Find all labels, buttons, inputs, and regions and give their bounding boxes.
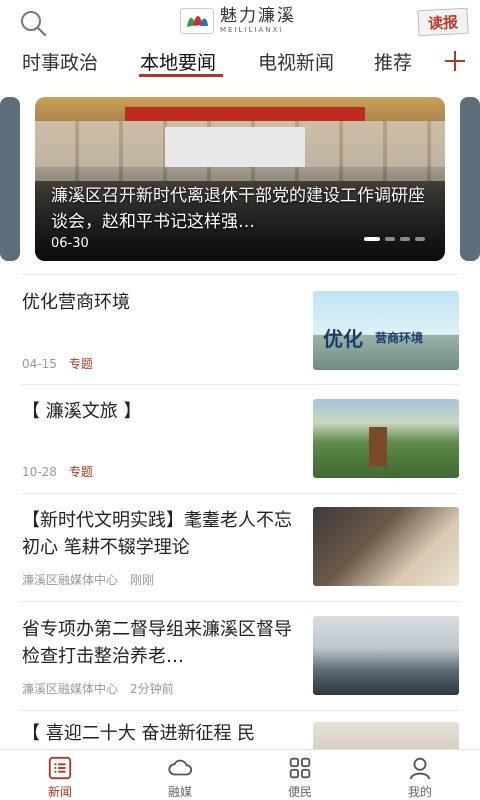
news-thumbnail: 优化 营商环境	[313, 291, 459, 370]
news-title: 【 濂溪文旅 】	[22, 401, 142, 422]
news-item[interactable]: 优化营商环境 04-15 专题 优化 营商环境	[0, 275, 480, 385]
nav-media[interactable]: 融媒	[120, 750, 240, 800]
thumbnail-caption-big: 优化	[323, 327, 363, 351]
carousel-prev-slide[interactable]	[0, 97, 20, 261]
read-newspaper-label: 读报	[427, 12, 459, 33]
tab-recommend[interactable]: 推荐	[374, 48, 412, 75]
slide-date: 06-30	[51, 236, 89, 251]
carousel-indicator	[364, 237, 425, 241]
search-button[interactable]	[18, 8, 48, 38]
slide-image-banner	[125, 107, 365, 121]
news-meta: 濂溪区融媒体中心 2分钟前	[22, 680, 174, 697]
user-icon	[409, 757, 431, 780]
nav-news-label: 新闻	[47, 785, 72, 799]
carousel-dot	[364, 237, 380, 241]
news-meta: 04-15 专题	[22, 355, 93, 372]
news-meta: 濂溪区融媒体中心 刚刚	[22, 571, 154, 588]
news-thumbnail	[313, 616, 459, 695]
grid-icon	[289, 757, 311, 779]
news-meta: 10-28 专题	[22, 463, 93, 480]
plus-icon	[445, 51, 465, 71]
tab-local-news[interactable]: 本地要闻	[140, 48, 216, 75]
logo-subtitle: MEILILIANXI	[220, 26, 284, 34]
nav-services[interactable]: 便民	[240, 750, 360, 800]
news-item[interactable]: 【新时代文明实践】耄耋老人不忘初心 笔耕不辍学理论 濂溪区融媒体中心 刚刚	[0, 493, 480, 603]
news-title: 省专项办第二督导组来濂溪区督导检查打击整治养老…	[22, 619, 292, 667]
news-thumbnail	[313, 507, 459, 586]
news-thumbnail	[313, 722, 459, 749]
nav-profile[interactable]: 我的	[360, 750, 480, 800]
nav-services-label: 便民	[287, 785, 312, 799]
read-newspaper-button[interactable]: 读报	[417, 7, 469, 37]
slide-title: 濂溪区召开新时代离退休干部党的建设工作调研座谈会，赵和平书记这样强…	[51, 186, 425, 232]
carousel-dot	[400, 237, 410, 241]
news-item[interactable]: 【 喜迎二十大 奋进新征程 民	[0, 710, 480, 749]
news-thumbnail	[313, 399, 459, 478]
tab-politics[interactable]: 时事政治	[22, 48, 98, 75]
news-item[interactable]: 【 濂溪文旅 】 10-28 专题	[0, 384, 480, 494]
news-source: 濂溪区融媒体中心	[22, 573, 119, 587]
thumbnail-caption-small: 营商环境	[375, 331, 424, 345]
news-title: 【新时代文明实践】耄耋老人不忘初心 笔耕不辍学理论	[22, 510, 292, 558]
logo-emblem-icon	[180, 8, 214, 34]
news-tag: 专题	[68, 357, 93, 371]
nav-profile-label: 我的	[407, 785, 432, 799]
active-tab-indicator	[139, 74, 223, 77]
cloud-icon	[168, 759, 193, 776]
carousel-next-slide[interactable]	[460, 97, 480, 261]
carousel-slide[interactable]: 濂溪区召开新时代离退休干部党的建设工作调研座谈会，赵和平书记这样强… 06-30	[35, 97, 445, 261]
news-date: 10-28	[22, 465, 57, 479]
carousel-dot	[385, 237, 395, 241]
app-logo: 魅力濂溪 MEILILIANXI	[180, 6, 296, 36]
news-source: 濂溪区融媒体中心	[22, 682, 119, 696]
search-icon	[21, 11, 47, 37]
app-header: 魅力濂溪 MEILILIANXI 读报	[0, 0, 480, 44]
tab-tv-news[interactable]: 电视新闻	[258, 48, 334, 75]
category-tabs: 时事政治 本地要闻 电视新闻 推荐	[0, 44, 480, 82]
nav-news[interactable]: 新闻	[0, 750, 120, 800]
add-channel-button[interactable]	[442, 48, 468, 74]
news-title: 【 喜迎二十大 奋进新征程 民	[22, 723, 256, 744]
carousel-dot	[415, 237, 425, 241]
nav-media-label: 融媒	[167, 785, 192, 799]
news-title: 优化营商环境	[22, 292, 130, 313]
headline-carousel[interactable]: 濂溪区召开新时代离退休干部党的建设工作调研座谈会，赵和平书记这样强… 06-30	[0, 97, 480, 261]
news-time: 刚刚	[130, 573, 155, 587]
news-tag: 专题	[68, 465, 93, 479]
thumbnail-pagoda	[369, 427, 387, 467]
logo-title: 魅力濂溪	[220, 6, 296, 26]
news-date: 04-15	[22, 357, 57, 371]
news-item[interactable]: 省专项办第二督导组来濂溪区督导检查打击整治养老… 濂溪区融媒体中心 2分钟前	[0, 602, 480, 712]
slide-image-screen	[165, 127, 305, 167]
bottom-navigation: 新闻 融媒 便民 我的	[0, 749, 480, 800]
news-time: 2分钟前	[130, 682, 174, 696]
news-list-icon	[48, 756, 72, 780]
